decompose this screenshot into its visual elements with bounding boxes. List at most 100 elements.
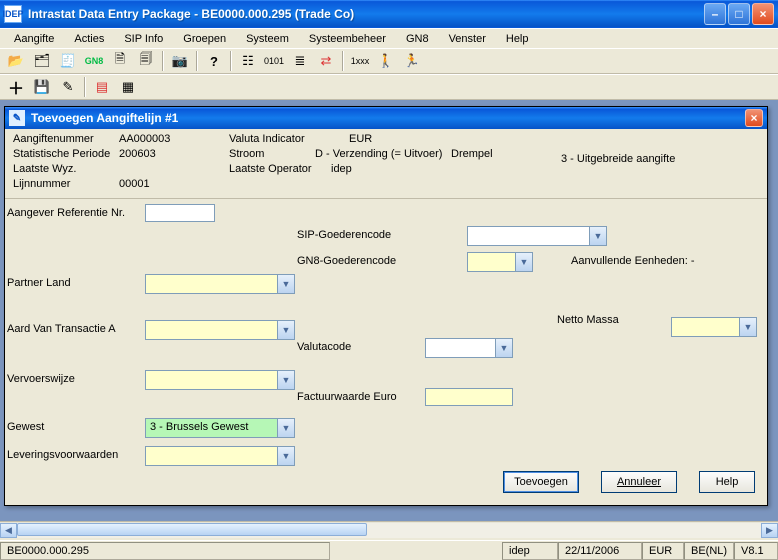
stroom-value: D - Verzending (= Uitvoer) (315, 148, 442, 160)
status-left: BE0000.000.295 (0, 542, 330, 560)
status-operator: idep (502, 542, 558, 560)
mdi-scrollbar-horizontal[interactable]: ◀ ▶ (0, 521, 778, 538)
tool-open-icon[interactable]: 📂 (6, 51, 26, 71)
menu-systeembeheer[interactable]: Systeembeheer (301, 31, 394, 47)
leveringsvoorw-combo[interactable]: ▼ (145, 446, 295, 466)
stroom-label: Stroom (229, 148, 264, 160)
chevron-down-icon[interactable]: ▼ (589, 227, 606, 245)
statperiode-value: 200603 (119, 148, 156, 160)
gn8goed-label: GN8-Goederencode (297, 255, 396, 267)
scroll-right-icon[interactable]: ▶ (761, 523, 778, 538)
valutaind-label: Valuta Indicator (229, 133, 305, 145)
menu-sipinfo[interactable]: SIP Info (116, 31, 171, 47)
child-window: ✎ Toevoegen Aangiftelijn #1 × Aangiftenu… (4, 106, 768, 506)
tool-new-icon[interactable]: 🗎 (110, 51, 130, 71)
tool-copy-icon[interactable]: 🗐 (136, 51, 156, 71)
statusbar: BE0000.000.295 idep 22/11/2006 EUR BE(NL… (0, 540, 778, 560)
tool-edit-icon[interactable]: ✎ (58, 77, 78, 97)
menu-aangifte[interactable]: Aangifte (6, 31, 62, 47)
gewest-label: Gewest (7, 421, 44, 433)
tool-list-icon[interactable]: ≣ (290, 51, 310, 71)
aangeverref-input[interactable] (145, 204, 215, 222)
factuurwaarde-input[interactable] (425, 388, 513, 406)
menu-help[interactable]: Help (498, 31, 537, 47)
aanvullende-label: Aanvullende Eenheden: - (571, 255, 695, 267)
lijnnummer-value: 00001 (119, 178, 150, 190)
gewest-combo[interactable]: 3 - Brussels Gewest ▼ (145, 418, 295, 438)
sipgoed-combo[interactable]: ▼ (467, 226, 607, 246)
chevron-down-icon[interactable]: ▼ (277, 447, 294, 465)
vervoerswijze-combo[interactable]: ▼ (145, 370, 295, 390)
statperiode-label: Statistische Periode (13, 148, 110, 160)
laatstewyz-label: Laatste Wyz. (13, 163, 76, 175)
tool-save-icon[interactable]: 💾 (32, 77, 52, 97)
chevron-down-icon[interactable]: ▼ (495, 339, 512, 357)
tool-user2-icon[interactable]: 🏃 (402, 51, 422, 71)
chevron-down-icon[interactable]: ▼ (277, 419, 294, 437)
menu-systeem[interactable]: Systeem (238, 31, 297, 47)
factuurwaarde-label: Factuurwaarde Euro (297, 391, 397, 403)
aangiftenummer-label: Aangiftenummer (13, 133, 94, 145)
menu-groepen[interactable]: Groepen (175, 31, 234, 47)
help-button[interactable]: Help (699, 471, 755, 493)
nettomassa-combo[interactable]: ▼ (671, 317, 757, 337)
mdi-area: ✎ Toevoegen Aangiftelijn #1 × Aangiftenu… (0, 100, 778, 538)
tool-props-icon[interactable]: ☷ (238, 51, 258, 71)
partnerland-combo[interactable]: ▼ (145, 274, 295, 294)
toolbar-secondary: ＋ 💾 ✎ ▤ ▦ (0, 74, 778, 100)
tool-gn8-icon[interactable]: GN8 (84, 51, 104, 71)
aangiftenummer-value: AA000003 (119, 133, 170, 145)
maximize-button[interactable]: □ (728, 3, 750, 25)
chevron-down-icon[interactable]: ▼ (739, 318, 756, 336)
menu-venster[interactable]: Venster (441, 31, 494, 47)
tool-add-icon[interactable]: ＋ (6, 77, 26, 97)
drempel-label: Drempel (451, 148, 493, 160)
menu-gn8[interactable]: GN8 (398, 31, 437, 47)
app-icon: IDEP (4, 5, 22, 23)
tool-folders-icon[interactable]: 🗂 (32, 51, 52, 71)
tool-tree-icon[interactable]: 🧾 (58, 51, 78, 71)
valutacode-combo[interactable]: ▼ (425, 338, 513, 358)
chevron-down-icon[interactable]: ▼ (515, 253, 532, 271)
partnerland-label: Partner Land (7, 277, 71, 289)
status-date: 22/11/2006 (558, 542, 642, 560)
toolbar-main: 📂 🗂 🧾 GN8 🗎 🗐 📷 ? ☷ 0101 ≣ ⇄ 1xxx 🚶 🏃 (0, 48, 778, 74)
child-titlebar: ✎ Toevoegen Aangiftelijn #1 × (5, 107, 767, 129)
chevron-down-icon[interactable]: ▼ (277, 321, 294, 339)
tool-grid-icon[interactable]: ▦ (118, 77, 138, 97)
chevron-down-icon[interactable]: ▼ (277, 371, 294, 389)
toolbar-separator (230, 51, 232, 71)
form-icon: ✎ (9, 110, 25, 126)
scroll-thumb[interactable] (17, 523, 367, 536)
status-version: V8.1 (734, 542, 778, 560)
scroll-left-icon[interactable]: ◀ (0, 523, 17, 538)
nettomassa-label: Netto Massa (557, 314, 619, 326)
gn8goed-combo[interactable]: ▼ (467, 252, 533, 272)
aangeverref-label: Aangever Referentie Nr. (7, 207, 125, 219)
scroll-track[interactable] (17, 523, 761, 538)
status-currency: EUR (642, 542, 684, 560)
child-title: Toevoegen Aangiftelijn #1 (31, 111, 745, 125)
aardtransactie-combo[interactable]: ▼ (145, 320, 295, 340)
declaration-header: Aangiftenummer AA000003 Statistische Per… (5, 129, 767, 199)
tool-binary-icon[interactable]: 0101 (264, 51, 284, 71)
annuleer-button[interactable]: Annuleer (601, 471, 677, 493)
tool-detail-icon[interactable]: ▤ (92, 77, 112, 97)
minimize-button[interactable]: – (704, 3, 726, 25)
chevron-down-icon[interactable]: ▼ (277, 275, 294, 293)
sipgoed-label: SIP-Goederencode (297, 229, 391, 241)
toolbar-separator (342, 51, 344, 71)
status-lang: BE(NL) (684, 542, 734, 560)
tool-camera-icon[interactable]: 📷 (170, 51, 190, 71)
close-button[interactable]: × (752, 3, 774, 25)
tool-ref-icon[interactable]: 1xxx (350, 51, 370, 71)
child-close-button[interactable]: × (745, 109, 763, 127)
toevoegen-button[interactable]: Toevoegen (503, 471, 579, 493)
tool-help-icon[interactable]: ? (204, 51, 224, 71)
window-title: Intrastat Data Entry Package - BE0000.00… (28, 7, 704, 21)
menubar: Aangifte Acties SIP Info Groepen Systeem… (0, 28, 778, 48)
tool-user1-icon[interactable]: 🚶 (376, 51, 396, 71)
tool-transfer-icon[interactable]: ⇄ (316, 51, 336, 71)
menu-acties[interactable]: Acties (66, 31, 112, 47)
leveringsvoorw-label: Leveringsvoorwaarden (7, 449, 118, 461)
